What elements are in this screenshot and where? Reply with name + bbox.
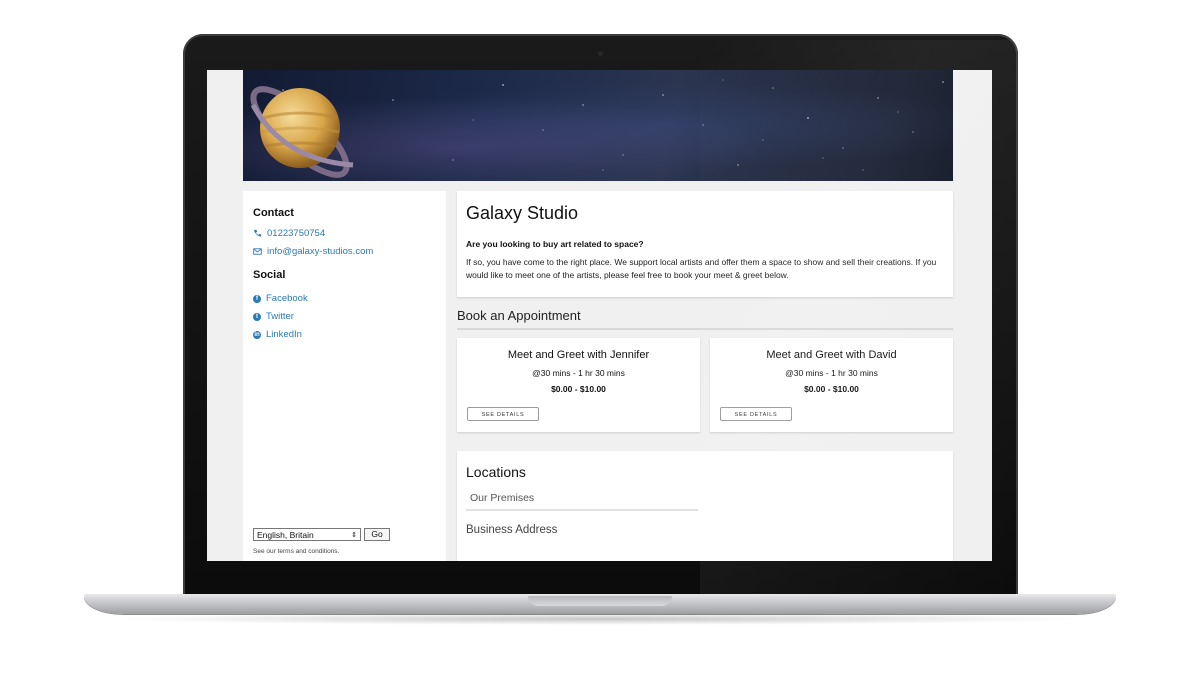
contact-heading: Contact	[253, 207, 294, 219]
laptop-shadow	[110, 613, 1090, 625]
linkedin-label: LinkedIn	[266, 329, 302, 340]
phone-number: 01223750754	[267, 228, 326, 239]
service-card[interactable]: Meet and Greet with Jennifer @30 mins - …	[457, 338, 700, 432]
page-title: Galaxy Studio	[466, 203, 579, 223]
linkedin-icon: in	[253, 330, 261, 339]
planet-logo	[250, 86, 354, 178]
tab-underline	[466, 509, 698, 511]
phone-link[interactable]: 01223750754	[253, 228, 325, 239]
service-price: $0.00 - $10.00	[551, 384, 606, 394]
language-selector: English, Britain ⇕ Go	[253, 528, 390, 541]
locations-card: Locations Our Premises Business Address	[457, 451, 953, 561]
service-name: Meet and Greet with David	[766, 349, 897, 361]
webcam	[597, 50, 604, 57]
service-name: Meet and Greet with Jennifer	[507, 349, 650, 361]
sidebar: Contact 01223750754 info@galaxy-studios.…	[243, 191, 446, 561]
intro-question: Are you looking to buy art related to sp…	[466, 239, 644, 249]
facebook-link[interactable]: f Facebook	[253, 293, 308, 304]
social-heading: Social	[253, 269, 286, 281]
language-value: English, Britain	[257, 529, 314, 540]
locations-heading: Locations	[466, 464, 526, 480]
twitter-icon: t	[253, 312, 261, 321]
linkedin-link[interactable]: in LinkedIn	[253, 329, 302, 340]
phone-icon	[253, 229, 262, 237]
facebook-label: Facebook	[266, 293, 308, 304]
mail-icon	[253, 248, 262, 255]
language-select[interactable]: English, Britain ⇕	[253, 528, 361, 541]
laptop-notch	[528, 596, 672, 606]
email-link[interactable]: info@galaxy-studios.com	[253, 246, 373, 257]
service-price: $0.00 - $10.00	[804, 384, 859, 394]
header-banner	[243, 70, 953, 181]
facebook-icon: f	[253, 294, 261, 303]
intro-paragraph: If so, you have come to the right place.…	[466, 257, 937, 280]
select-arrows-icon: ⇕	[351, 531, 357, 539]
see-details-button[interactable]: SEE DETAILS	[720, 407, 792, 421]
terms-link[interactable]: See our terms and conditions.	[253, 548, 339, 555]
intro-card: Galaxy Studio Are you looking to buy art…	[457, 191, 953, 297]
email-address: info@galaxy-studios.com	[267, 246, 374, 257]
service-duration: @30 mins - 1 hr 30 mins	[785, 368, 878, 378]
business-address-label: Business Address	[466, 524, 558, 536]
booking-heading: Book an Appointment	[457, 308, 581, 323]
clock-icon: @	[532, 368, 541, 378]
screen: Contact 01223750754 info@galaxy-studios.…	[207, 70, 992, 561]
service-card[interactable]: Meet and Greet with David @30 mins - 1 h…	[710, 338, 953, 432]
see-details-button[interactable]: SEE DETAILS	[467, 407, 539, 421]
twitter-label: Twitter	[266, 311, 294, 322]
service-duration: @30 mins - 1 hr 30 mins	[532, 368, 625, 378]
tab-our-premises[interactable]: Our Premises	[470, 492, 534, 504]
twitter-link[interactable]: t Twitter	[253, 311, 294, 322]
go-button[interactable]: Go	[364, 528, 390, 541]
booking-divider	[457, 328, 953, 330]
clock-icon: @	[785, 368, 794, 378]
